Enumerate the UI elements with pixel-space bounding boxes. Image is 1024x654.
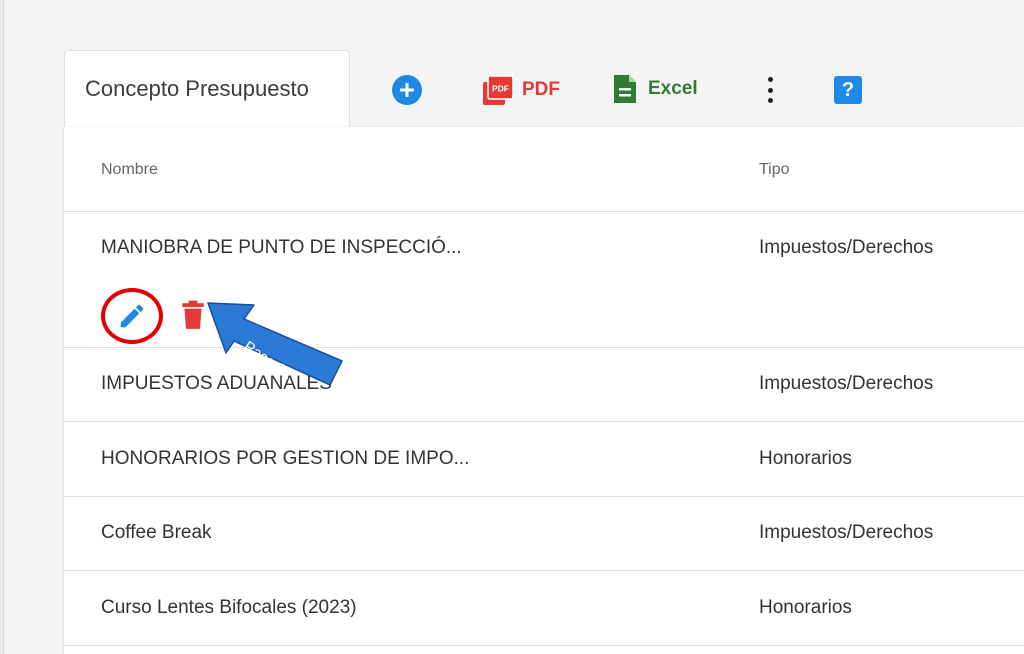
tab-label: Concepto Presupuesto [85,76,309,101]
add-button[interactable] [392,75,422,105]
row-nombre: HONORARIOS POR GESTION DE IMPO... [101,448,470,469]
column-header-nombre: Nombre [101,161,158,178]
row-tipo: Honorarios [759,597,852,618]
column-header-tipo: Tipo [759,161,790,178]
more-vert-icon-dot [768,87,773,93]
excel-export-button[interactable]: Excel [612,72,698,106]
row-nombre: Curso Lentes Bifocales (2023) [101,597,357,618]
more-vert-icon [768,77,773,82]
table-row[interactable]: Curso Lentes Bifocales (2023) Honorarios [64,571,1024,646]
tab-concepto-presupuesto[interactable]: Concepto Presupuesto [64,50,350,127]
table-row[interactable]: HONORARIOS POR GESTION DE IMPO... Honora… [64,422,1024,497]
pdf-label: PDF [522,79,560,100]
pdf-export-button[interactable]: PDF PDF [482,73,560,107]
edit-icon [120,304,144,328]
left-border [0,0,4,654]
row-nombre: Coffee Break [101,522,212,543]
excel-icon [614,75,636,103]
row-nombre: MANIOBRA DE PUNTO DE INSPECCIÓ... [101,237,462,258]
table-card: Nombre Tipo MANIOBRA DE PUNTO DE INSPECC… [64,127,1024,654]
row-tipo: Impuestos/Derechos [759,522,934,543]
help-button[interactable]: ? [834,76,862,104]
table-row[interactable]: Coffee Break Impuestos/Derechos [64,497,1024,571]
delete-button[interactable] [180,300,206,335]
table-header-row: Nombre Tipo [64,127,1024,212]
excel-label: Excel [648,78,698,99]
pdf-icon: PDF [483,75,514,105]
row-tipo: Impuestos/Derechos [759,373,934,394]
more-options-button[interactable] [760,74,776,106]
help-icon: ? [841,78,855,101]
more-vert-icon-dot [768,98,773,103]
row-tipo: Impuestos/Derechos [759,237,934,258]
add-icon [400,83,414,97]
delete-icon [182,300,204,329]
edit-button[interactable] [101,288,163,344]
pdf-icon-text: PDF [492,84,509,94]
row-tipo: Honorarios [759,448,852,469]
